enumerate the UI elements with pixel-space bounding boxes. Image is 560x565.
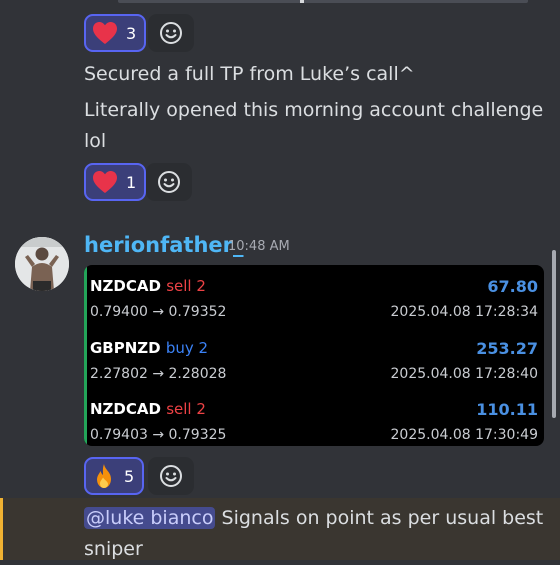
scrollbar[interactable] [552, 250, 556, 418]
message-text-line-1: Secured a full TP from Luke’s call^ [84, 63, 415, 85]
previous-image-edge [118, 0, 528, 3]
trade-side: buy 2 [165, 339, 209, 357]
trade-prices: 2.27802 → 2.28028 [90, 366, 227, 382]
fire-icon [97, 464, 111, 488]
trade-profit: 110.11 [476, 400, 538, 419]
embed-accent-bar [84, 265, 87, 446]
trade-date: 2025.04.08 17:30:49 [390, 427, 539, 443]
mention-highlight-bar [0, 498, 3, 560]
reaction-count: 5 [124, 466, 135, 486]
trade-prices: 0.79403 → 0.79325 [90, 427, 227, 443]
trade-row: NZDCAD sell 2 0.79400 → 0.79352 67.80 20… [90, 271, 538, 321]
username[interactable]: herionfather_ [84, 233, 244, 257]
avatar[interactable] [15, 237, 69, 291]
add-reaction-button[interactable] [148, 457, 194, 495]
heart-icon [93, 171, 117, 193]
smiley-icon [160, 22, 182, 44]
trade-embed: NZDCAD sell 2 0.79400 → 0.79352 67.80 20… [84, 265, 544, 446]
trade-prices: 0.79400 → 0.79352 [90, 304, 227, 320]
trade-row: GBPNZD buy 2 2.27802 → 2.28028 253.27 20… [90, 333, 538, 383]
message-timestamp: 10:48 AM [228, 239, 290, 254]
trade-profit: 67.80 [487, 277, 538, 296]
trade-pair: NZDCAD [90, 400, 161, 418]
heart-reaction-button[interactable]: 1 [84, 163, 147, 201]
smiley-icon [160, 465, 182, 487]
trade-row: NZDCAD sell 2 0.79403 → 0.79325 110.11 2… [90, 394, 538, 444]
trade-profit: 253.27 [476, 339, 538, 358]
trade-date: 2025.04.08 17:28:34 [390, 304, 539, 320]
fire-reaction-button[interactable]: 5 [84, 457, 145, 495]
heart-reaction-button[interactable]: 3 [84, 14, 147, 52]
user-mention[interactable]: @luke bianco [84, 507, 216, 529]
trade-pair: GBPNZD [90, 339, 161, 357]
reaction-count: 3 [126, 23, 137, 43]
user-avatar-image [15, 237, 69, 291]
reaction-count: 1 [126, 172, 137, 192]
trade-side: sell 2 [166, 277, 206, 295]
heart-icon [93, 22, 117, 44]
add-reaction-button[interactable] [146, 163, 192, 201]
reply-message: @luke bianco Signals on point as per usu… [84, 503, 554, 565]
trade-side: sell 2 [166, 400, 206, 418]
message-text-line-2: Literally opened this morning account ch… [84, 99, 544, 152]
smiley-icon [158, 171, 180, 193]
trade-date: 2025.04.08 17:28:40 [390, 366, 539, 382]
trade-pair: NZDCAD [90, 277, 161, 295]
add-reaction-button[interactable] [148, 14, 194, 52]
